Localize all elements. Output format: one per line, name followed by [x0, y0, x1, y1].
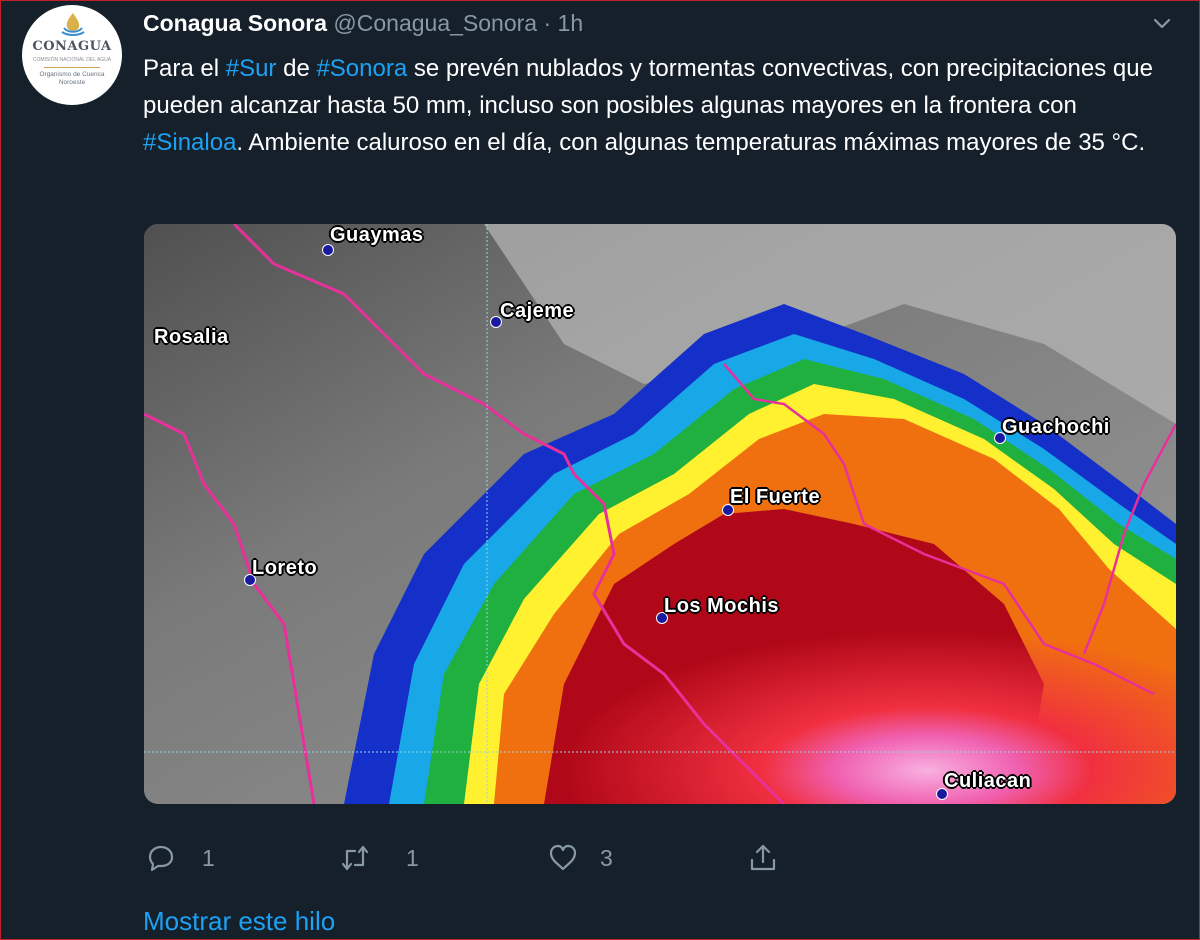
hashtag-link[interactable]: #Sonora — [316, 55, 407, 82]
city-label-los-mochis: Los Mochis — [664, 595, 780, 617]
like-count: 3 — [600, 844, 613, 871]
reply-icon — [148, 845, 174, 872]
city-label-loreto: Loreto — [252, 557, 318, 579]
avatar-subtitle: COMISIÓN NACIONAL DEL AGUA — [32, 57, 112, 63]
retweet-button[interactable]: 1 — [340, 840, 419, 876]
retweet-count: 1 — [406, 844, 419, 871]
retweet-icon — [341, 845, 369, 871]
avatar[interactable]: CONAGUA COMISIÓN NACIONAL DEL AGUA Organ… — [22, 5, 122, 105]
timestamp[interactable]: 1h — [558, 10, 584, 36]
share-icon — [750, 844, 776, 871]
chevron-down-icon[interactable] — [1150, 14, 1174, 34]
hashtag-link[interactable]: #Sinaloa — [143, 129, 236, 156]
avatar-region-line2: Noroeste — [58, 79, 86, 86]
city-label-cajeme: Cajeme — [500, 300, 575, 322]
tweet-text-segment: Para el — [143, 55, 226, 82]
tweet-text-segment: . Ambiente caluroso en el día, con algun… — [236, 129, 1146, 156]
tweet-text: Para el #Sur de #Sonora se prevén nublad… — [143, 50, 1153, 161]
like-button[interactable]: 3 — [548, 840, 613, 876]
city-label-guachochi: Guachochi — [1002, 416, 1110, 438]
heart-icon — [549, 844, 577, 871]
reply-count: 1 — [202, 844, 215, 871]
avatar-region: Organismo de Cuenca Noroeste — [22, 71, 122, 87]
share-button[interactable] — [748, 840, 778, 876]
conagua-logo-icon — [61, 13, 85, 36]
city-label-culiacan: Culiacan — [944, 770, 1032, 792]
handle[interactable]: @Conagua_Sonora — [333, 10, 537, 36]
reply-button[interactable]: 1 — [146, 840, 215, 876]
hashtag-link[interactable]: #Sur — [226, 55, 277, 82]
city-label-el-fuerte: El Fuerte — [730, 486, 821, 508]
show-thread-link[interactable]: Mostrar este hilo — [143, 906, 335, 937]
avatar-logo-text: CONAGUA — [32, 39, 112, 54]
avatar-divider — [44, 67, 100, 68]
tweet-text-segment: de — [276, 55, 317, 82]
tweet-image[interactable]: Guaymas Cajeme Rosalia Guachochi El Fuer… — [144, 224, 1176, 804]
avatar-region-line1: Organismo de Cuenca — [39, 71, 105, 78]
city-label-rosalia: Rosalia — [154, 326, 229, 348]
separator: · — [543, 10, 552, 36]
display-name[interactable]: Conagua Sonora — [143, 10, 327, 36]
cloud-core — [444, 524, 1176, 804]
city-label-guaymas: Guaymas — [330, 224, 424, 246]
tweet-header: Conagua Sonora @Conagua_Sonora · 1h — [143, 10, 583, 40]
satellite-map — [144, 224, 1176, 804]
